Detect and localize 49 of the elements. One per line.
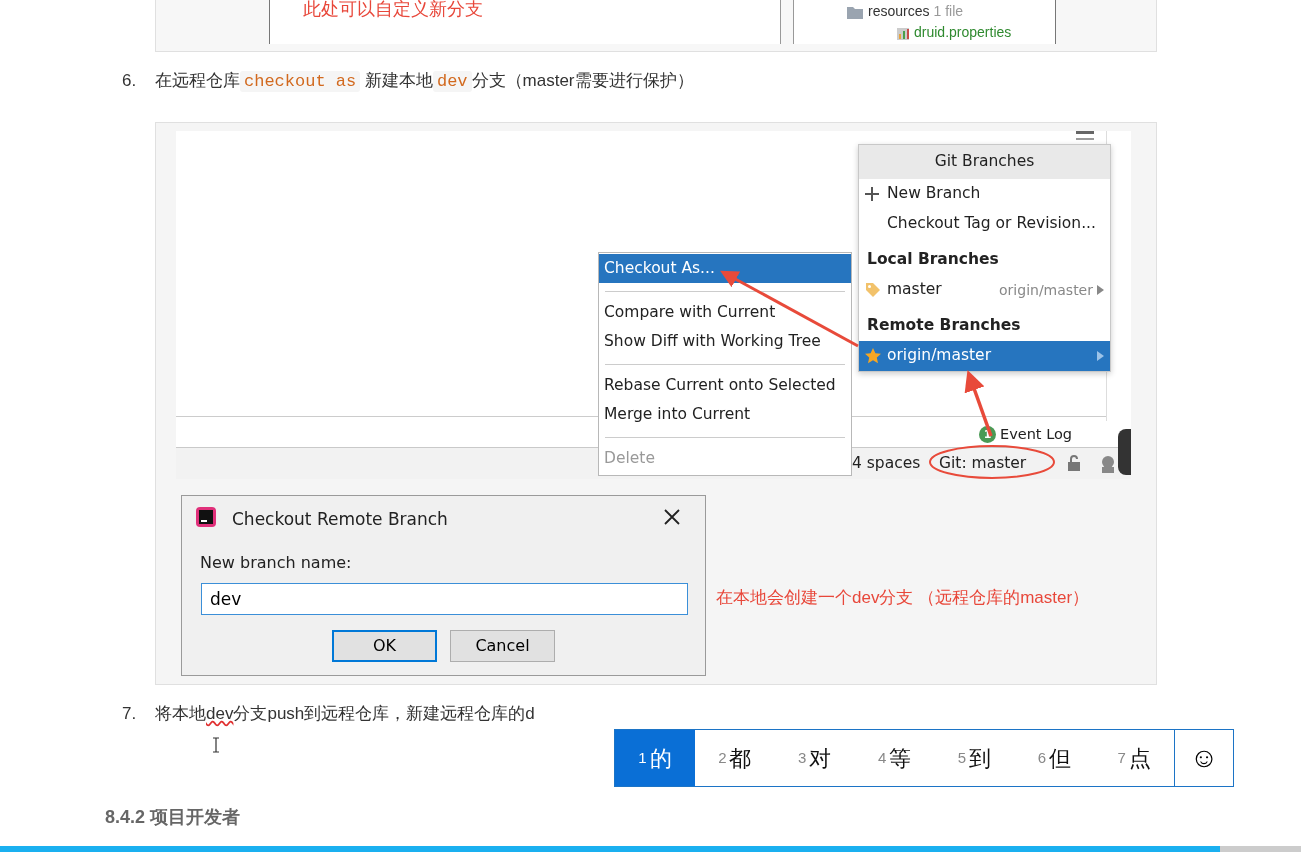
submenu-arrow-icon [1097,285,1104,295]
field-label: New branch name: [200,552,352,574]
annotation-text: 此处可以自定义新分支 [303,0,483,21]
popup-title: Git Branches [859,145,1110,179]
menu-item[interactable]: Show Diff with Working Tree [599,327,851,356]
candidate-item[interactable]: 3对 [774,730,855,786]
list-number: 7. [122,703,138,725]
annotation-text: 在本地会创建一个dev分支 （远程仓库的master） [716,587,1090,609]
list-number: 6. [122,70,138,92]
star-icon [865,348,881,364]
text-cursor-icon [212,737,220,753]
tag-icon [865,282,881,298]
file-count: 1 file [933,2,964,21]
step-text: 将本地dev分支push到远程仓库，新建远程仓库的d [155,703,535,725]
branch-item[interactable]: origin/master [859,341,1110,371]
candidate-item[interactable]: 6但 [1014,730,1095,786]
section-header: Remote Branches [866,315,1022,337]
annotation-arrow [964,370,993,437]
dialog-title: Checkout Remote Branch [232,508,448,531]
dialog-button[interactable]: OK [332,630,437,662]
menu-item[interactable]: Compare with Current [599,298,851,327]
person-icon [1099,454,1117,474]
branch-item[interactable]: master origin/master [859,275,1110,305]
candidate-item[interactable]: 5到 [934,730,1015,786]
candidate-item[interactable]: 2都 [694,730,775,786]
close-icon [663,508,681,526]
menu-item[interactable]: Checkout As... [599,254,851,283]
dialog-button[interactable]: Cancel [450,630,555,662]
text-field[interactable]: dev [201,583,688,615]
event-log-link[interactable]: Event Log [1000,424,1073,446]
menu-item[interactable]: New Branch [859,179,1110,209]
menu-item[interactable]: Rebase Current onto Selected [599,371,851,400]
submenu-arrow-icon [1097,351,1104,361]
indent-setting[interactable]: 4 spaces [852,452,921,476]
menu-item[interactable]: Merge into Current [599,400,851,429]
candidate-item[interactable]: 4 等 [854,730,935,786]
menu-icon [1076,131,1094,141]
step-text: 在远程仓库 checkout as 新建本地 dev 分支（master需要进行保护） [155,70,694,94]
tree-item-label[interactable]: resources [868,1,930,22]
candidate-item[interactable]: 1 的 [615,730,695,786]
lock-icon [1066,454,1082,472]
section-heading: 8.4.2 项目开发者 [105,806,241,829]
plus-icon [865,187,879,201]
candidate-item[interactable]: 7 点 [1094,730,1175,786]
app-logo-icon [195,506,217,528]
menu-item[interactable]: Checkout Tag or Revision... [859,209,1110,239]
tree-item-label[interactable]: druid.properties [914,22,1012,43]
section-header: Local Branches [866,249,1000,271]
git-branch-widget[interactable]: Git: master [939,452,1027,476]
